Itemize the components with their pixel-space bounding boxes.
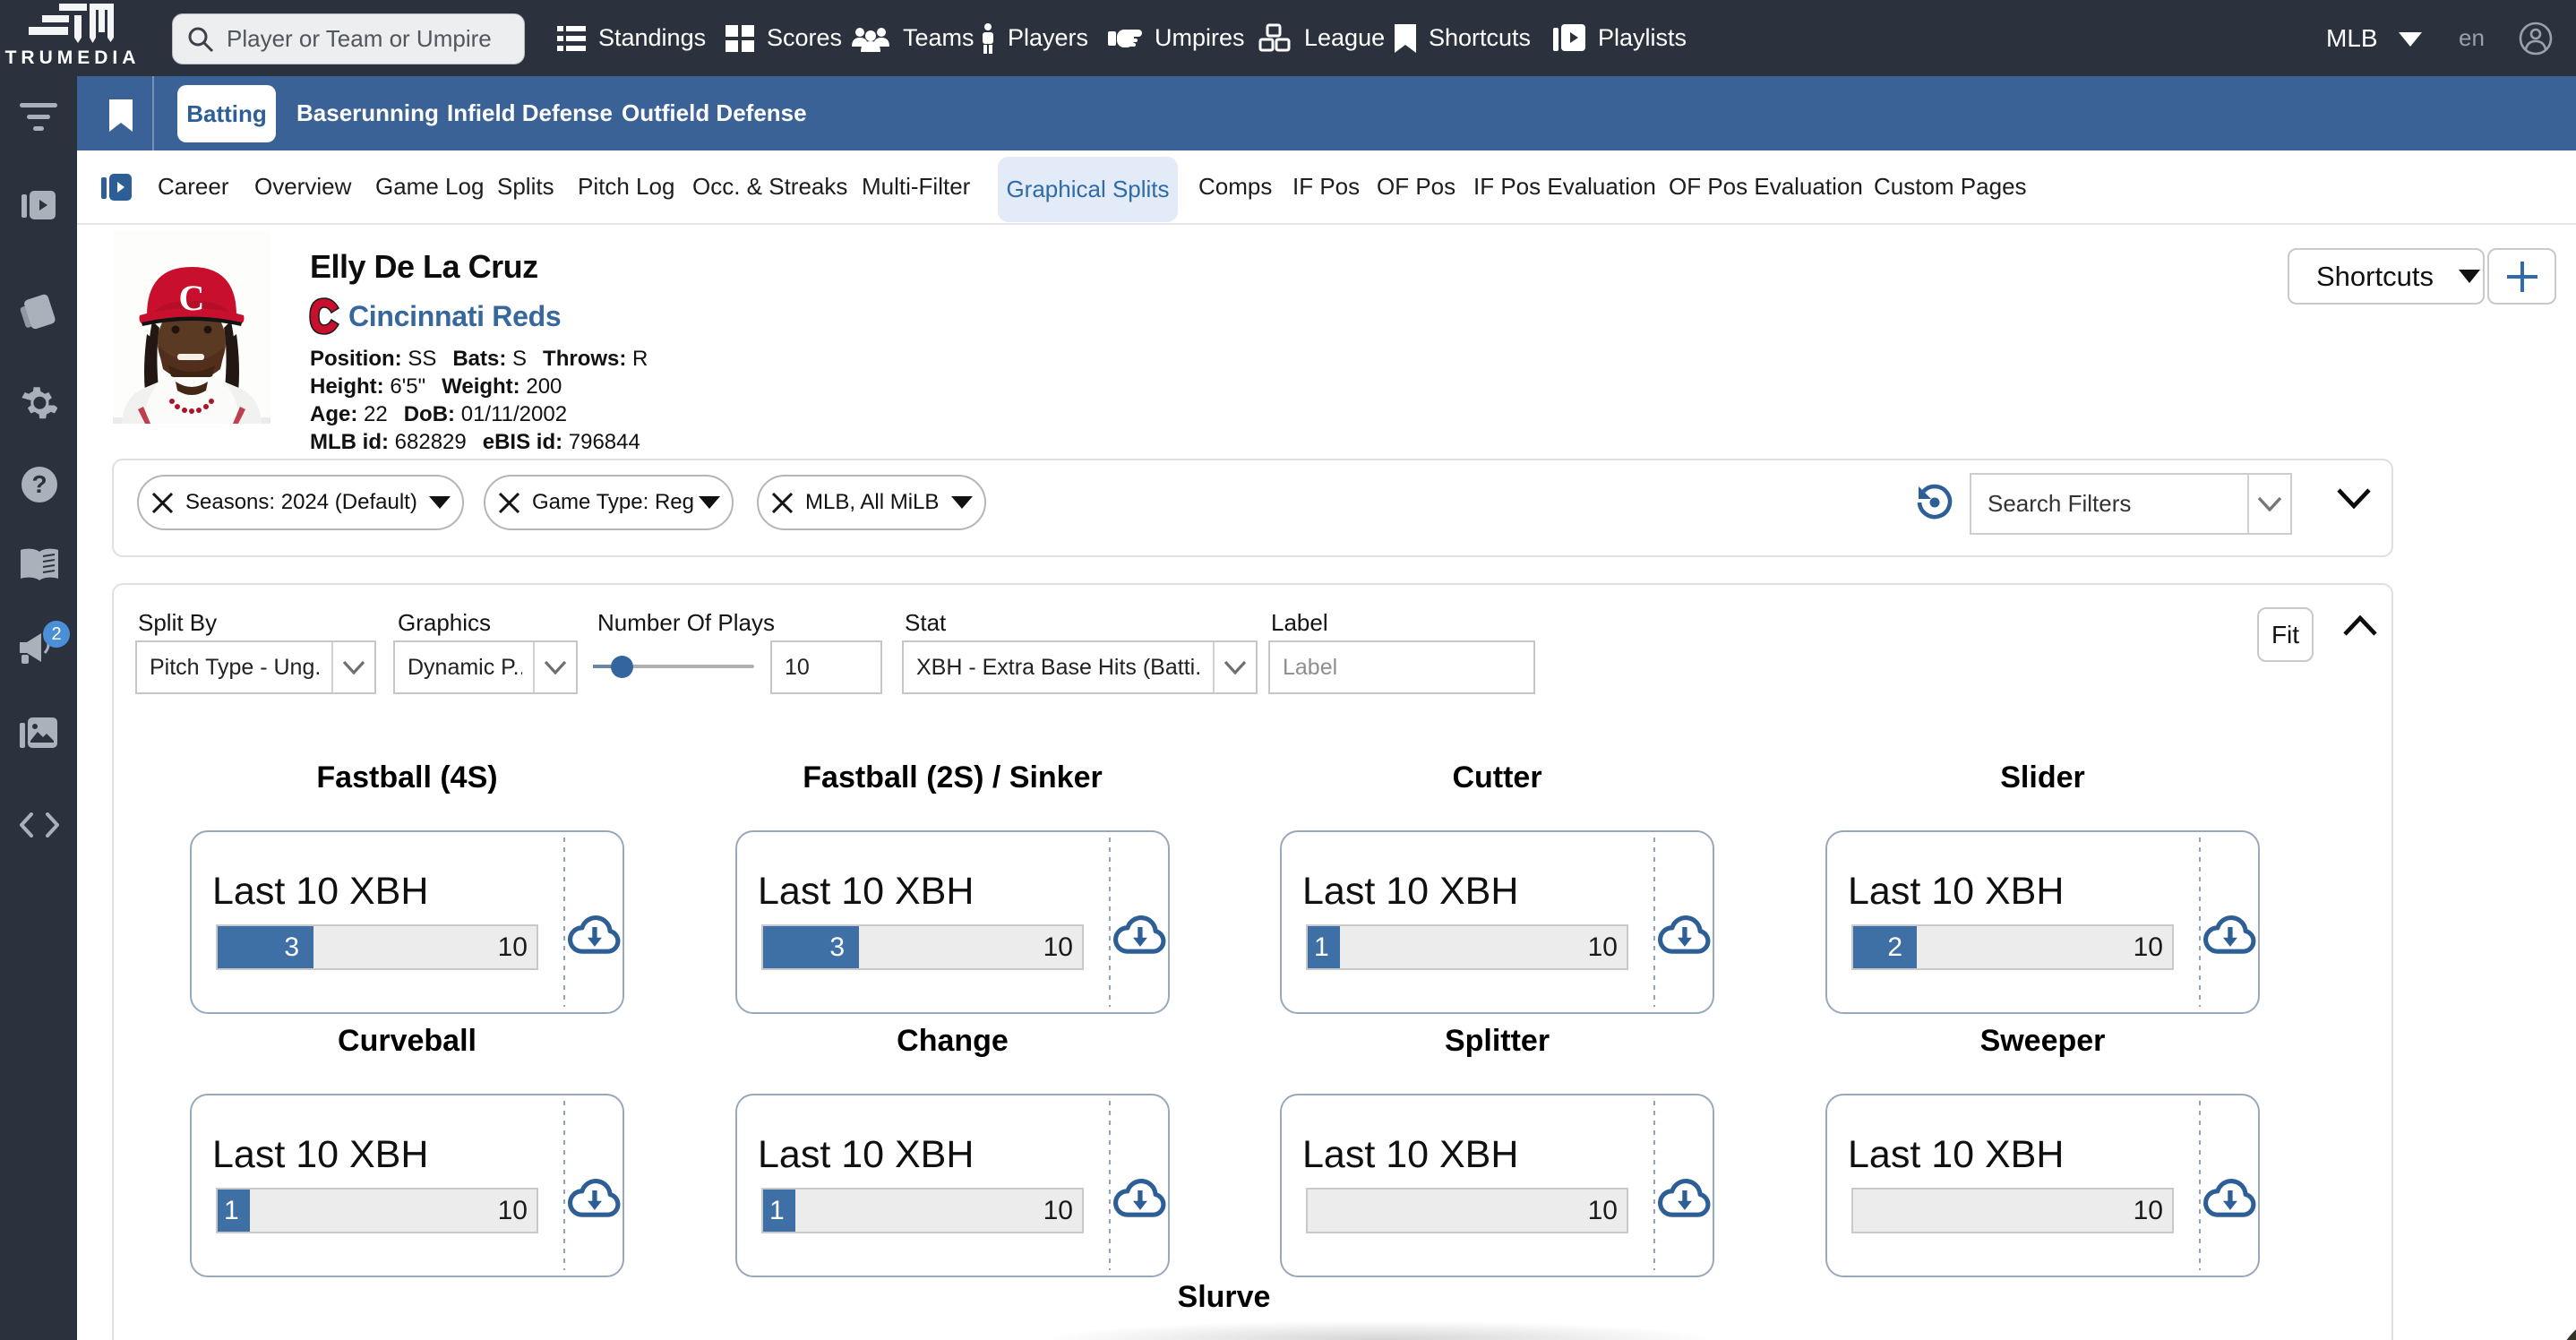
svg-text:C: C: [179, 278, 205, 318]
svg-text:?: ?: [31, 470, 47, 498]
